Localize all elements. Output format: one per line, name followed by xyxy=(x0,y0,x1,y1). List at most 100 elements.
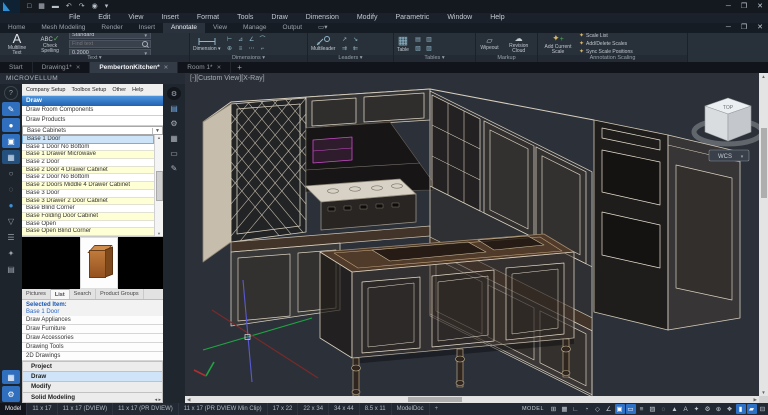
status-object-snap-icon[interactable]: ▣ xyxy=(615,404,625,414)
globe-tool-icon[interactable]: ● xyxy=(2,198,20,212)
product-list-item[interactable]: Base 2 Doors Middle 4 Drawer Cabinet xyxy=(22,182,154,190)
wcs-button[interactable]: WCS ▾ xyxy=(709,150,749,161)
2d-drawings-button[interactable]: 2D Drawings xyxy=(22,352,163,361)
layout-tab-model[interactable]: Model xyxy=(0,403,27,415)
layout-tab[interactable]: 34 x 44 xyxy=(329,403,360,415)
new-file-icon[interactable]: □ xyxy=(25,0,33,13)
sphere-tool-icon[interactable]: ● xyxy=(2,118,20,132)
product-list-item[interactable]: Base 1 Drawer Microwave xyxy=(22,151,154,159)
layers-tool-icon[interactable]: ▤ xyxy=(2,262,20,276)
palette-menu-other[interactable]: Other xyxy=(112,87,126,93)
product-thumbnail[interactable] xyxy=(80,237,118,289)
help-icon[interactable]: ? xyxy=(4,86,18,100)
render-icon[interactable]: ◉ xyxy=(90,0,100,13)
radius-dimension-icon[interactable]: ⊕ xyxy=(225,45,235,53)
status-3d-object-snap-icon[interactable]: ▭ xyxy=(626,404,636,414)
layout-tab[interactable]: 11 x 17 (PR DVIEW Min Clip) xyxy=(179,403,268,415)
layout-tab[interactable]: 8.5 x 11 xyxy=(360,403,392,415)
camera-tool-icon[interactable]: ▦ xyxy=(2,150,20,164)
range-cooktop[interactable] xyxy=(305,179,416,230)
menu-window[interactable]: Window xyxy=(438,13,481,23)
product-list-item[interactable]: Base Blind Corner xyxy=(22,205,154,213)
section-draw[interactable]: Draw xyxy=(22,371,163,381)
markup-panel-label[interactable]: Markup xyxy=(476,55,537,62)
palette-menu-help[interactable]: Help xyxy=(132,87,143,93)
find-text-input[interactable] xyxy=(72,41,132,47)
left-upper-cabinets[interactable] xyxy=(306,89,430,128)
product-list-item[interactable]: Base 1 Door xyxy=(22,135,154,144)
doc-close-button[interactable]: ✕ xyxy=(752,23,768,33)
section-project[interactable]: Project xyxy=(22,361,163,371)
ribbon-tab-insert[interactable]: Insert xyxy=(131,23,163,33)
scrollbar-thumb[interactable] xyxy=(761,128,767,198)
layout-tab[interactable]: ModelDoc xyxy=(392,403,430,415)
app-logo-icon[interactable] xyxy=(0,0,20,13)
add-delete-scales-button[interactable]: ✦ Add/Delete Scales xyxy=(579,41,633,48)
scrollbar-thumb[interactable] xyxy=(408,397,462,402)
settings-gear-icon[interactable]: ⚙ xyxy=(2,386,20,402)
status-osnap-tracking-icon[interactable]: ∠ xyxy=(604,404,614,414)
product-list-item[interactable]: Base 2 Door 4 Drawer Cabinet xyxy=(22,167,154,175)
section-solid-modeling[interactable]: Solid Modeling xyxy=(22,392,163,402)
status-quick-properties-icon[interactable]: ❖ xyxy=(725,404,735,414)
menu-view[interactable]: View xyxy=(119,13,152,23)
table-button[interactable]: ▦ Table xyxy=(397,36,409,53)
add-current-scale-button[interactable]: ✦+ Add Current Scale xyxy=(541,33,575,55)
layout-tab[interactable]: 22 x 34 xyxy=(298,403,329,415)
text-panel-label[interactable]: Text ▾ xyxy=(0,55,189,62)
table-link-icon[interactable]: ▥ xyxy=(424,36,434,44)
ribbon-tab-output[interactable]: Output xyxy=(275,23,311,33)
search-icon[interactable] xyxy=(142,41,148,47)
table-export-icon[interactable]: ▤ xyxy=(413,36,423,44)
find-text-field[interactable] xyxy=(69,40,151,48)
palette-settings-icon[interactable]: ⚙ xyxy=(167,87,181,100)
dimensions-panel-label[interactable]: Dimensions ▾ xyxy=(190,55,307,62)
tab-search[interactable]: Search xyxy=(70,289,96,299)
continue-dimension-icon[interactable]: ⋯ xyxy=(247,45,257,53)
draw-accessories-button[interactable]: Draw Accessories xyxy=(22,334,163,343)
status-render-quality-icon[interactable]: ▰ xyxy=(747,404,757,414)
circle-tool-icon[interactable]: ○ xyxy=(2,166,20,180)
selected-microwave[interactable] xyxy=(313,137,352,163)
restore-button[interactable]: ❐ xyxy=(736,0,752,13)
multiline-text-button[interactable]: A Multiline Text xyxy=(3,33,31,55)
doc-tab-start[interactable]: Start xyxy=(0,62,33,73)
section-modify[interactable]: Modify xyxy=(22,381,163,391)
ribbon-tab-manage[interactable]: Manage xyxy=(235,23,275,33)
doc-minimize-button[interactable]: ─ xyxy=(721,23,736,33)
scroll-up-icon[interactable]: ▲ xyxy=(157,135,161,140)
tab-product-groups[interactable]: Product Groups xyxy=(96,289,144,299)
menu-insert[interactable]: Insert xyxy=(152,13,188,23)
doc-restore-button[interactable]: ❐ xyxy=(736,23,752,33)
leaders-panel-label[interactable]: Leaders ▾ xyxy=(308,55,393,62)
layout-tab[interactable]: 11 x 17 (PR DVIEW) xyxy=(113,403,179,415)
open-file-icon[interactable]: ▦ xyxy=(36,0,47,13)
check-spelling-button[interactable]: ABC✓ Check Spelling xyxy=(35,35,65,54)
viewport-vertical-scrollbar[interactable]: ▲ ▼ xyxy=(759,73,768,396)
model-space-indicator[interactable]: MODEL xyxy=(518,406,548,412)
pencil-icon[interactable]: ✎ xyxy=(167,162,181,175)
status-workspace-icon[interactable]: ⚙ xyxy=(703,404,713,414)
menu-edit[interactable]: Edit xyxy=(89,13,119,23)
text-style-combo[interactable]: Standard▼ xyxy=(69,33,151,39)
redo-icon[interactable]: ↷ xyxy=(77,0,87,13)
linear-dimension-icon[interactable]: ⊢ xyxy=(225,36,235,44)
render-image-icon[interactable]: ▦ xyxy=(2,370,20,384)
viewport-controls-label[interactable]: [-][Custom View][X-Ray] xyxy=(190,75,265,82)
scroll-up-icon[interactable]: ▲ xyxy=(761,73,765,80)
ribbon-tab-annotate[interactable]: Annotate xyxy=(163,23,205,33)
status-grid-icon[interactable]: ⊞ xyxy=(549,404,559,414)
status-snap-mode-icon[interactable]: ▦ xyxy=(560,404,570,414)
baseline-dimension-icon[interactable]: ≡ xyxy=(236,45,246,53)
draw-furniture-button[interactable]: Draw Furniture xyxy=(22,325,163,334)
tall-oven-cabinet[interactable] xyxy=(594,120,668,330)
status-lineweight-icon[interactable]: ≡ xyxy=(637,404,647,414)
align-leaders-icon[interactable]: ⇉ xyxy=(339,45,349,53)
product-list-scrollbar[interactable]: ▲ ▼ xyxy=(154,135,163,236)
pour-tool-icon[interactable]: ▽ xyxy=(2,214,20,228)
table-download-icon[interactable]: ▨ xyxy=(424,45,434,53)
new-drawing-tab-button[interactable]: + xyxy=(231,62,248,73)
status-polar-tracking-icon[interactable]: ◔ xyxy=(582,404,592,414)
document-icon[interactable]: ▭ xyxy=(167,147,181,160)
draw-mode-icon[interactable]: ✎ xyxy=(2,102,20,116)
